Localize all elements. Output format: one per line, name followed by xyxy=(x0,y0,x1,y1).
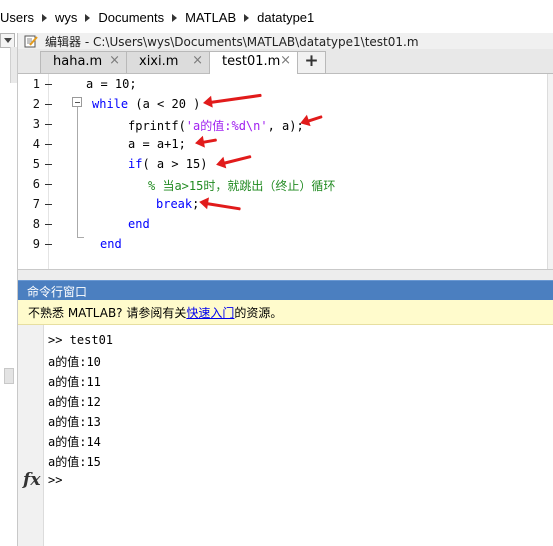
keyword: break xyxy=(156,197,193,211)
command-window[interactable]: fx >> test01 a的值:10 a的值:11 a的值:12 a的值:13… xyxy=(18,325,553,546)
line-number: 8 xyxy=(32,217,40,231)
breadcrumb-separator-icon[interactable] xyxy=(172,13,178,22)
string-literal: 'a的值:%d\n' xyxy=(185,119,268,133)
line-number: 6 xyxy=(32,177,40,191)
breadcrumb-separator-icon[interactable] xyxy=(41,13,47,22)
code-text: ( a > 15) xyxy=(142,157,208,171)
command-window-title: 命令行窗口 xyxy=(27,285,88,299)
tab-label: xixi.m xyxy=(139,54,179,69)
close-icon[interactable]: × xyxy=(109,53,120,68)
code-line-8: end xyxy=(128,217,150,231)
breadcrumb-separator-icon[interactable] xyxy=(85,13,91,22)
code-fold-line xyxy=(77,107,78,238)
command-output-line: >> test01 xyxy=(48,333,114,347)
command-output-line: a的值:10 xyxy=(48,355,101,369)
code-line-2: while (a < 20 ) xyxy=(92,97,200,111)
notice-text-after: 的资源。 xyxy=(234,306,283,320)
line-number: 1 xyxy=(32,77,40,91)
code-line-6-comment: % 当a>15时，就跳出（终止）循环 xyxy=(148,179,336,193)
command-prompt[interactable]: >> xyxy=(48,473,62,487)
tab-xixi[interactable]: xixi.m × xyxy=(126,51,210,73)
command-window-title-bar: 命令行窗口 xyxy=(18,280,553,300)
annotation-arrow-icon xyxy=(306,115,323,123)
code-line-3: fprintf('a的值:%d\n', a); xyxy=(128,117,304,134)
breadcrumb-matlab[interactable]: MATLAB xyxy=(185,10,236,25)
keyword: if xyxy=(128,157,143,171)
editor-tabs: haha.m × xixi.m × test01.m × + xyxy=(18,49,553,74)
breakpoint-marker[interactable] xyxy=(45,104,52,105)
editor-label: 编辑器 xyxy=(45,35,82,49)
current-folder-panel-edge xyxy=(0,33,18,546)
line-number: 7 xyxy=(32,197,40,211)
tab-label: test01.m xyxy=(222,54,281,69)
line-number: 2 xyxy=(32,97,40,111)
annotation-arrow-icon xyxy=(209,93,262,104)
tab-label: haha.m xyxy=(53,54,103,69)
notice-text-before: 不熟悉 MATLAB? 请参阅有关 xyxy=(28,306,187,320)
command-output-line: a的值:11 xyxy=(48,375,101,389)
notice-text: 不熟悉 MATLAB? 请参阅有关快速入门的资源。 xyxy=(28,304,282,321)
line-number: 4 xyxy=(32,137,40,151)
breakpoint-marker[interactable] xyxy=(45,144,52,145)
getting-started-notice: 不熟悉 MATLAB? 请参阅有关快速入门的资源。 xyxy=(18,300,553,325)
close-icon[interactable]: × xyxy=(192,53,203,68)
tab-haha[interactable]: haha.m × xyxy=(40,51,127,73)
chevron-down-icon xyxy=(4,38,12,43)
keyword: while xyxy=(92,97,129,111)
code-line-1: a = 10; xyxy=(86,77,137,91)
address-bar: Users wys Documents MATLAB datatype1 xyxy=(0,0,553,34)
close-icon[interactable]: × xyxy=(280,53,291,68)
line-number: 3 xyxy=(32,117,40,131)
code-text: (a < 20 ) xyxy=(128,97,201,111)
breakpoint-marker[interactable] xyxy=(45,204,52,205)
breadcrumb-documents[interactable]: Documents xyxy=(98,10,164,25)
code-fold-end xyxy=(77,237,84,238)
title-separator: - xyxy=(81,35,93,49)
editor-file-path: C:\Users\wys\Documents\MATLAB\datatype1\… xyxy=(92,35,419,49)
quick-start-link[interactable]: 快速入门 xyxy=(186,306,234,320)
fx-function-browser-icon[interactable]: fx xyxy=(23,470,40,490)
tab-test01[interactable]: test01.m × xyxy=(209,51,298,74)
breadcrumb-datatype1[interactable]: datatype1 xyxy=(257,10,314,25)
breadcrumb: Users wys Documents MATLAB datatype1 xyxy=(0,9,314,25)
command-output-line: a的值:14 xyxy=(48,435,101,449)
code-editor[interactable]: 1 2 3 4 5 6 7 8 9 a = 10; while (a < 20 … xyxy=(18,74,553,269)
add-tab-button[interactable]: + xyxy=(297,51,326,74)
command-output-line: a的值:15 xyxy=(48,455,101,469)
annotation-arrow-icon xyxy=(205,202,241,211)
command-window-gutter: fx xyxy=(18,325,44,546)
code-fold-toggle[interactable] xyxy=(72,97,82,107)
breakpoint-marker[interactable] xyxy=(45,184,52,185)
editor-title-bar: 编辑器 - C:\Users\wys\Documents\MATLAB\data… xyxy=(18,33,553,49)
breadcrumb-wys[interactable]: wys xyxy=(55,10,77,25)
code-line-7: break; xyxy=(156,197,199,211)
breakpoint-marker[interactable] xyxy=(45,84,52,85)
panel-scrollbar-thumb[interactable] xyxy=(4,368,14,384)
editor-pencil-icon xyxy=(24,35,38,48)
command-output-line: a的值:12 xyxy=(48,395,101,409)
breakpoint-marker[interactable] xyxy=(45,164,52,165)
breadcrumb-users[interactable]: Users xyxy=(0,10,34,25)
breakpoint-marker[interactable] xyxy=(45,124,52,125)
breadcrumb-separator-icon[interactable] xyxy=(244,13,250,22)
code-line-9: end xyxy=(100,237,122,251)
code-text: fprintf( xyxy=(128,119,186,133)
breakpoint-marker[interactable] xyxy=(45,224,52,225)
command-output-line: a的值:13 xyxy=(48,415,101,429)
editor-right-margin xyxy=(547,74,553,269)
line-number: 9 xyxy=(32,237,40,251)
code-line-5: if( a > 15) xyxy=(128,157,207,171)
panel-scrollbar[interactable] xyxy=(10,47,17,83)
code-line-4: a = a+1; xyxy=(128,137,186,151)
code-text: , a); xyxy=(267,119,304,133)
annotation-arrow-icon xyxy=(222,155,252,165)
breakpoint-marker[interactable] xyxy=(45,244,52,245)
panel-menu-button[interactable] xyxy=(0,33,15,48)
line-number: 5 xyxy=(32,157,40,171)
annotation-arrow-icon xyxy=(201,138,218,144)
